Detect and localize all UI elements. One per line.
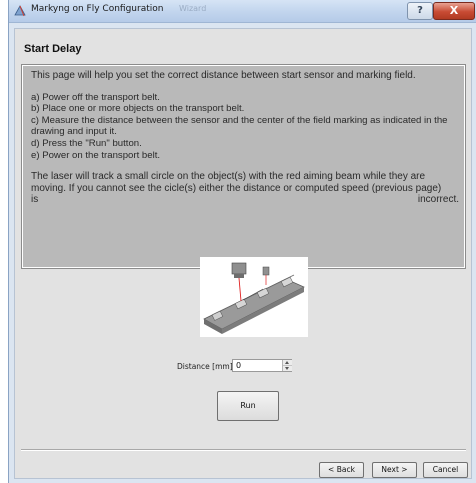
wizard-client-area: Start Delay This page will help you set … [14, 28, 472, 479]
help-button[interactable]: ? [407, 2, 433, 20]
note-end-left: is [31, 194, 39, 206]
note-end-right: incorrect. [417, 194, 459, 206]
next-button[interactable]: Next > [372, 462, 417, 478]
close-button[interactable]: X [433, 2, 475, 20]
window-title: Markyng on Fly Configuration [31, 4, 164, 14]
instructions-panel: This page will help you set the correct … [21, 64, 466, 269]
distance-label: Distance [mm]: [177, 362, 236, 371]
close-icon: X [449, 4, 459, 17]
step-c: c) Measure the distance between the sens… [31, 114, 448, 138]
note-text: The laser will track a small circle on t… [31, 171, 442, 194]
step-d: d) Press the "Run" button. [31, 137, 142, 149]
step-e: e) Power on the transport belt. [31, 149, 161, 161]
title-bar[interactable]: Markyng on Fly Configuration Wizard ? X [9, 0, 476, 23]
window-ghost-title: Wizard [179, 4, 207, 13]
spin-down-icon[interactable] [283, 366, 292, 371]
note-last-line: is incorrect. [31, 194, 459, 206]
laser-app-icon [14, 5, 26, 17]
dialog-window: Markyng on Fly Configuration Wizard ? X … [8, 0, 476, 483]
help-icon: ? [417, 5, 423, 16]
cancel-button[interactable]: Cancel [423, 462, 468, 478]
footer-separator [21, 449, 466, 451]
run-button[interactable]: Run [217, 391, 279, 421]
conveyor-belt-diagram [200, 257, 308, 337]
distance-stepper[interactable] [282, 360, 292, 371]
page-title: Start Delay [24, 43, 82, 55]
back-button[interactable]: < Back [319, 462, 364, 478]
step-b: b) Place one or more objects on the tran… [31, 103, 245, 115]
intro-text: This page will help you set the correct … [31, 70, 416, 81]
step-a: a) Power off the transport belt. [31, 91, 160, 103]
